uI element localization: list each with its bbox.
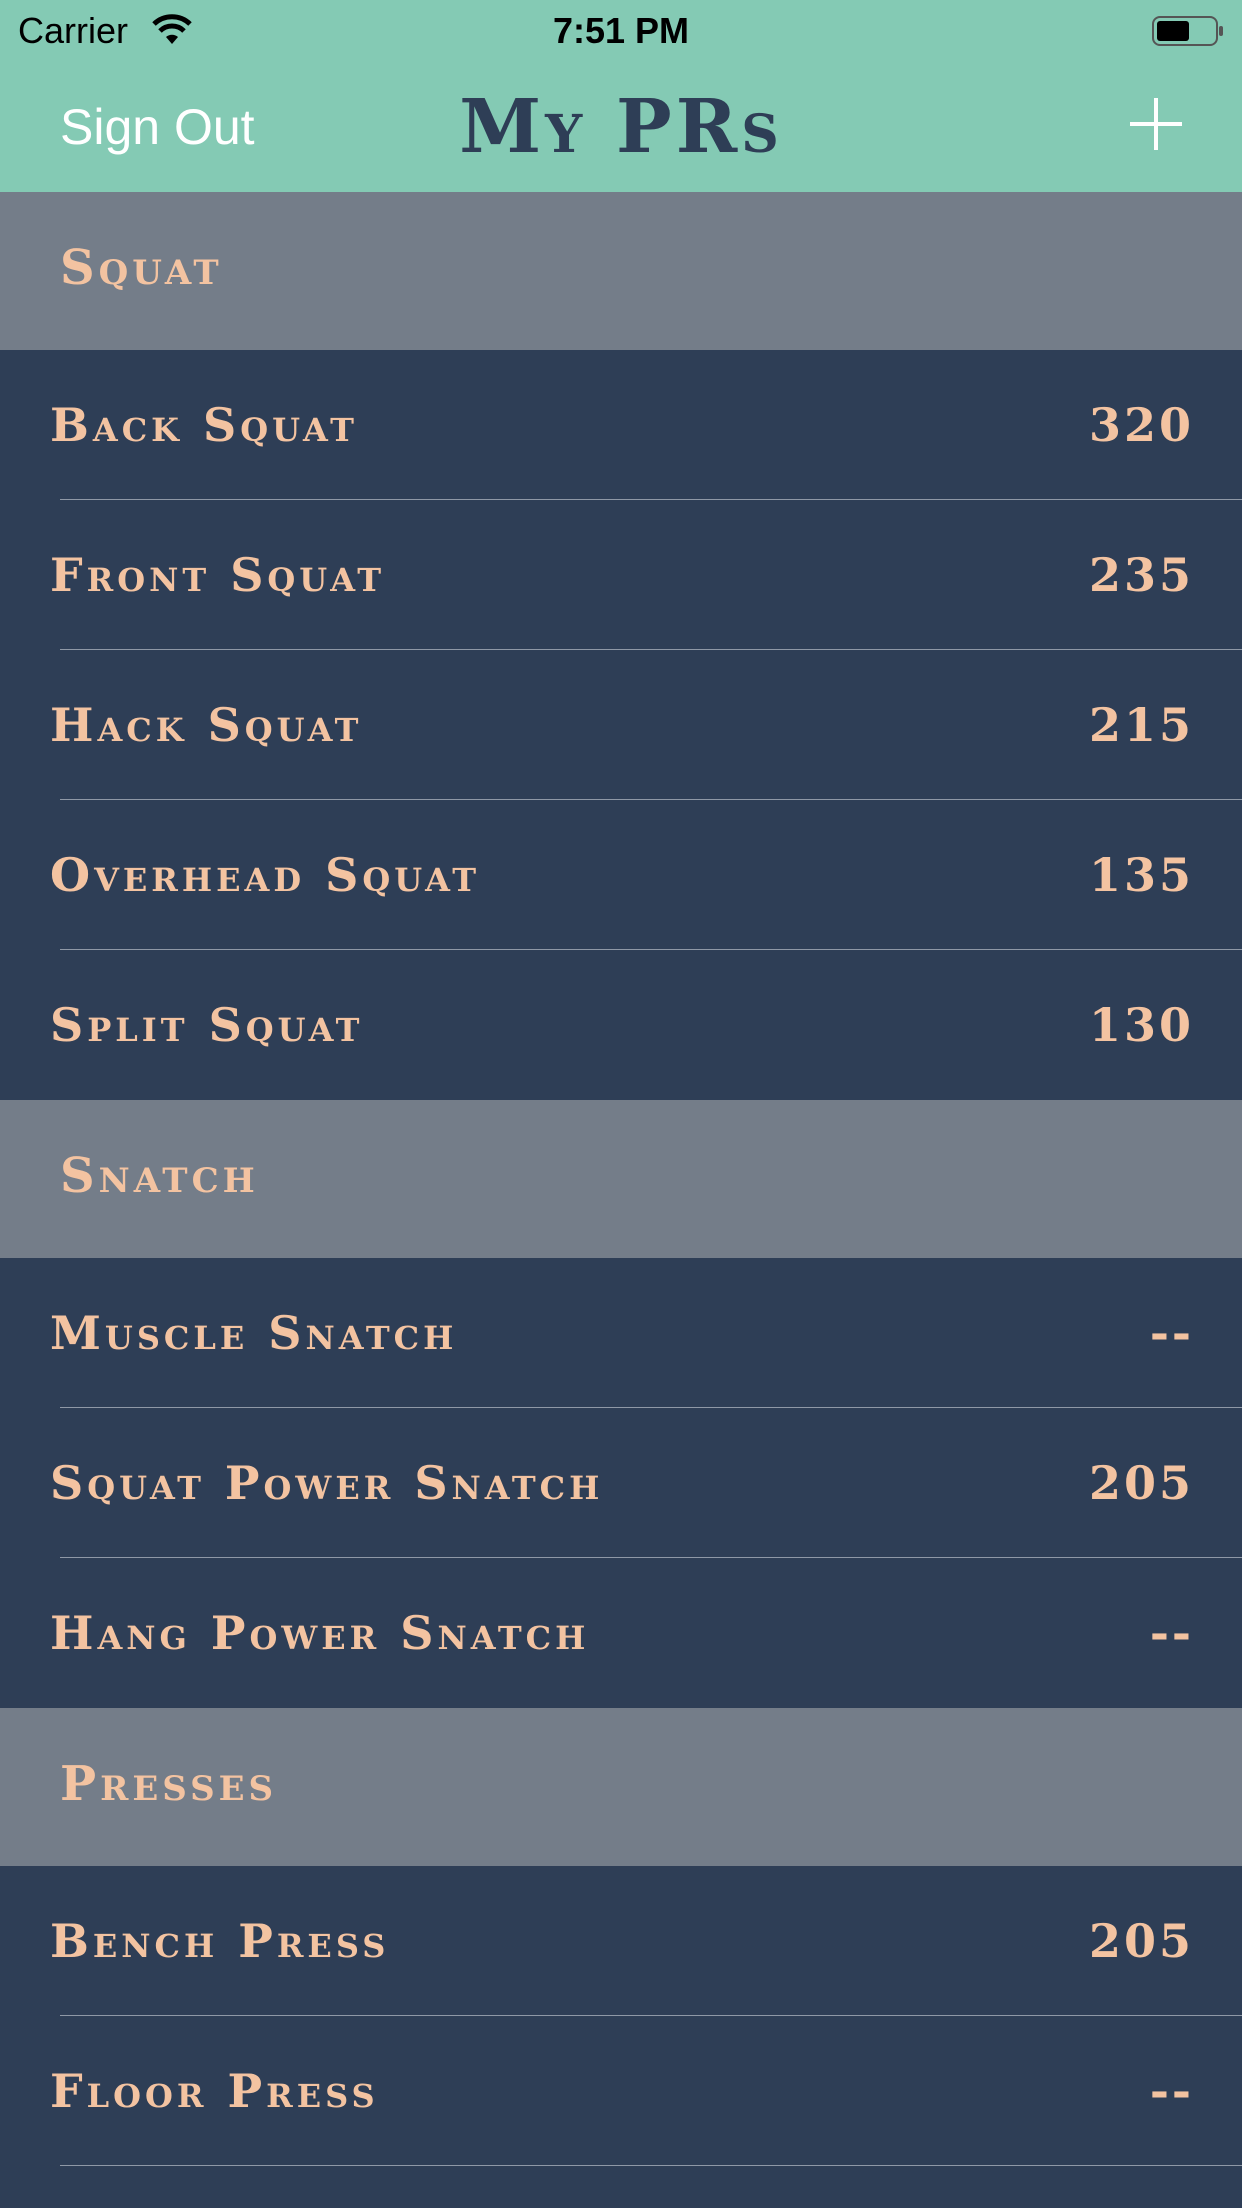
status-bar: Carrier 7:51 PM	[0, 0, 1242, 62]
pr-value: --	[1149, 1306, 1194, 1360]
exercise-name: Floor Press	[50, 2064, 379, 2118]
list-item[interactable]: Bench Press 205	[0, 1866, 1242, 2016]
list-item[interactable]: Hack Squat 215	[0, 650, 1242, 800]
list-item[interactable]: Split Squat 130	[0, 950, 1242, 1100]
pr-value: 215	[1088, 698, 1194, 752]
plus-icon[interactable]	[1128, 96, 1184, 152]
list-item[interactable]: Overhead Squat 135	[0, 800, 1242, 950]
pr-value: 205	[1088, 1456, 1194, 1510]
section-header-snatch: Snatch	[0, 1100, 1242, 1258]
section-title: Snatch	[60, 1148, 259, 1204]
exercise-name: Bench Press	[50, 1914, 390, 1968]
list-item[interactable]: Back Squat 320	[0, 350, 1242, 500]
exercise-name: Squat Power Snatch	[50, 1456, 604, 1510]
pr-value: 205	[1088, 1914, 1194, 1968]
row-divider	[60, 2165, 1242, 2166]
list-item[interactable]: Squat Power Snatch 205	[0, 1408, 1242, 1558]
pr-value: 135	[1088, 848, 1194, 902]
section-title: Squat	[60, 240, 223, 296]
pr-value: --	[1149, 1606, 1194, 1660]
exercise-name: Front Squat	[50, 548, 386, 602]
list-item[interactable]: Floor Press --	[0, 2016, 1242, 2166]
exercise-name: Hang Power Snatch	[50, 1606, 590, 1660]
status-time: 7:51 PM	[552, 10, 690, 51]
exercise-name: Back Squat	[50, 398, 358, 452]
section-header-presses: Presses	[0, 1708, 1242, 1866]
battery-icon	[1152, 16, 1223, 46]
pr-value: 320	[1088, 398, 1194, 452]
exercise-name: Split Squat	[50, 998, 364, 1052]
section-title: Presses	[60, 1756, 278, 1812]
list-item[interactable]: Front Squat 235	[0, 500, 1242, 650]
list-item[interactable]: Hang Power Snatch --	[0, 1558, 1242, 1708]
page-title: My PRs	[459, 84, 783, 170]
pr-list: Squat Back Squat 320 Front Squat 235 Hac…	[0, 192, 1242, 2166]
section-header-squat: Squat	[0, 192, 1242, 350]
exercise-name: Muscle Snatch	[50, 1306, 458, 1360]
pr-value: 130	[1088, 998, 1194, 1052]
exercise-name: Hack Squat	[50, 698, 363, 752]
exercise-name: Overhead Squat	[50, 848, 481, 902]
navigation-bar: Sign Out My PRs	[0, 62, 1242, 194]
pr-value: --	[1149, 2064, 1194, 2118]
list-item[interactable]: Muscle Snatch --	[0, 1258, 1242, 1408]
pr-value: 235	[1088, 548, 1194, 602]
